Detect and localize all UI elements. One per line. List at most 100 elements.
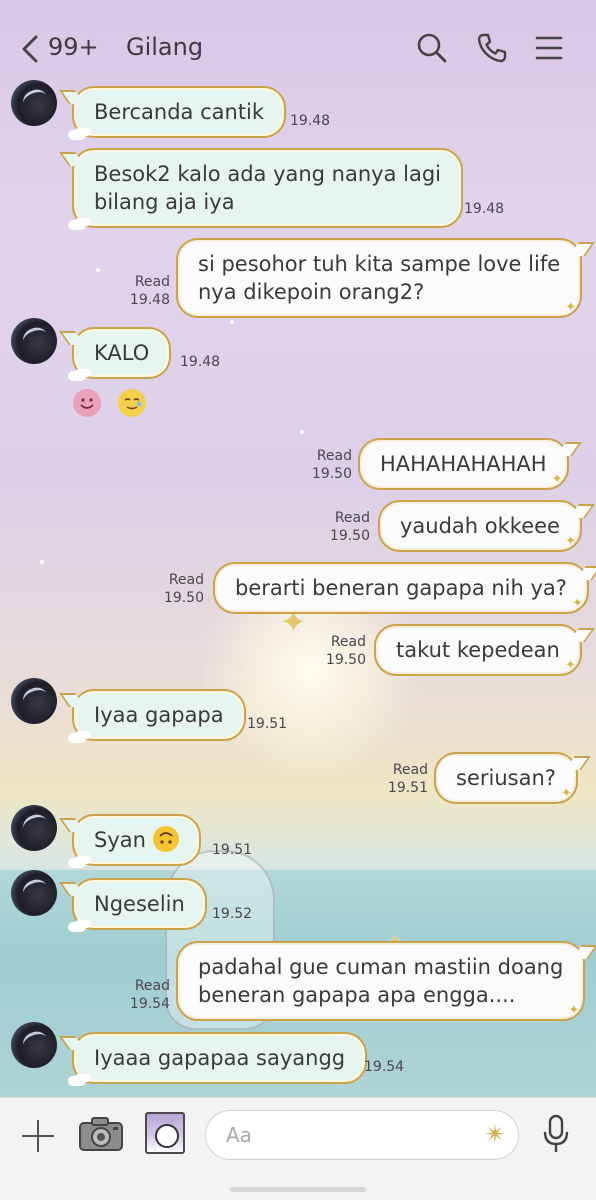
message-bubble[interactable]: berarti beneran gapapa nih ya? ✦ <box>213 562 589 614</box>
message-bubble[interactable]: KALO <box>68 327 172 381</box>
phone-icon[interactable] <box>476 32 508 64</box>
message-bubble[interactable]: Ngeselin <box>68 878 207 932</box>
cloud-decoration-icon <box>68 733 86 743</box>
cloud-decoration-icon <box>68 220 86 230</box>
avatar[interactable] <box>11 678 57 724</box>
message-bubble[interactable]: si pesohor tuh kita sampe love life nya … <box>176 238 583 318</box>
message-time: 19.51 <box>387 780 428 796</box>
avatar[interactable] <box>11 870 57 916</box>
star-decoration-icon: ✦ <box>568 1003 580 1018</box>
message-text-line: padahal gue cuman mastiin doang <box>198 955 564 979</box>
avatar[interactable] <box>11 1022 57 1068</box>
message-bubble[interactable]: seriusan? ✦ <box>434 752 578 804</box>
message-bubble[interactable]: HAHAHAHAHAH ✦ <box>358 438 569 490</box>
read-receipt: Read <box>392 762 428 778</box>
message-text: berarti beneran gapapa nih ya? <box>235 576 567 600</box>
star-decoration-icon: ✦ <box>561 786 572 801</box>
home-indicator <box>230 1187 366 1192</box>
read-receipt: Read <box>316 448 352 464</box>
reaction-smiling-face-icon[interactable] <box>73 389 101 417</box>
message-time: 19.54 <box>129 996 170 1012</box>
chat-header: 99+ Gilang <box>0 0 596 96</box>
message-time: 19.51 <box>247 716 288 732</box>
background-sparkle <box>300 430 304 434</box>
message-bubble[interactable]: Syan <box>68 814 201 868</box>
message-input-container[interactable]: ✴ <box>205 1110 519 1160</box>
message-text: Iyaaa gapapaa sayangg <box>94 1046 346 1070</box>
cloud-decoration-icon <box>68 858 86 868</box>
message-time: 19.48 <box>290 113 331 129</box>
message-text: takut kepedean <box>396 638 560 662</box>
unread-count[interactable]: 99+ <box>48 33 99 61</box>
message-time: 19.50 <box>311 466 352 482</box>
message-time: 19.50 <box>329 528 370 544</box>
message-meta: Read 19.50 <box>322 509 370 545</box>
message-meta: Read 19.50 <box>304 447 352 483</box>
reaction-smiling-face-with-tear-icon[interactable] <box>118 389 146 417</box>
message-text: seriusan? <box>456 766 556 790</box>
message-meta: Read 19.50 <box>156 571 204 607</box>
message-bubble[interactable]: Bercanda cantik <box>68 86 287 140</box>
gallery-icon[interactable] <box>145 1112 185 1154</box>
star-decoration-icon: ✦ <box>551 472 563 487</box>
message-text: Syan <box>94 828 146 852</box>
message-bubble[interactable]: Iyaaa gapapaa sayangg <box>68 1032 368 1086</box>
composer-bar: ✴ <box>0 1097 596 1200</box>
star-decoration-icon: ✦ <box>565 300 577 315</box>
message-time: 19.52 <box>212 906 253 922</box>
message-text: HAHAHAHAHAH <box>380 452 547 476</box>
message-time: 19.48 <box>129 292 170 308</box>
contact-name[interactable]: Gilang <box>126 33 203 61</box>
avatar[interactable] <box>11 318 57 364</box>
message-bubble[interactable]: takut kepedean ✦ <box>374 624 582 676</box>
cloud-decoration-icon <box>68 371 86 381</box>
message-text-line: Besok2 kalo ada yang nanya lagi <box>94 162 442 186</box>
chevron-left-icon[interactable] <box>18 34 44 64</box>
microphone-icon[interactable] <box>540 1114 572 1154</box>
message-bubble[interactable]: padahal gue cuman mastiin doang beneran … <box>176 941 586 1021</box>
message-time: 19.50 <box>325 652 366 668</box>
search-icon[interactable] <box>416 32 448 64</box>
message-meta: Read 19.51 <box>380 761 428 797</box>
message-text-line: si pesohor tuh kita sampe love life <box>198 252 561 276</box>
message-text: Iyaa gapapa <box>94 703 224 727</box>
message-time: 19.50 <box>163 590 204 606</box>
message-meta: Read 19.54 <box>122 977 170 1013</box>
cloud-decoration-icon <box>68 1076 86 1086</box>
message-text-line: bilang aja iya <box>94 190 235 214</box>
message-time: 19.51 <box>212 842 253 858</box>
star-decoration-icon: ✦ <box>565 534 576 549</box>
star-decoration-icon: ✦ <box>572 596 583 611</box>
read-receipt: Read <box>330 634 366 650</box>
plus-icon[interactable] <box>20 1118 56 1154</box>
camera-icon[interactable] <box>78 1116 124 1152</box>
message-time: 19.54 <box>364 1059 405 1075</box>
read-receipt: Read <box>134 978 170 994</box>
avatar[interactable] <box>11 805 57 851</box>
message-input[interactable] <box>226 1121 466 1149</box>
message-bubble[interactable]: Besok2 kalo ada yang nanya lagi bilang a… <box>68 148 464 230</box>
message-text: Ngeselin <box>94 892 185 916</box>
read-receipt: Read <box>334 510 370 526</box>
message-bubble[interactable]: Iyaa gapapa <box>68 689 246 743</box>
avatar[interactable] <box>11 80 57 126</box>
sticker-star-icon[interactable]: ✴ <box>484 1121 506 1149</box>
read-receipt: Read <box>134 274 170 290</box>
cloud-decoration-icon <box>68 922 86 932</box>
message-text: KALO <box>94 341 150 365</box>
message-bubble[interactable]: yaudah okkeee ✦ <box>378 500 582 552</box>
message-text: Bercanda cantik <box>94 100 265 124</box>
read-receipt: Read <box>168 572 204 588</box>
background-sparkle <box>96 268 100 272</box>
cloud-decoration-icon <box>68 130 86 140</box>
menu-icon[interactable] <box>534 32 566 64</box>
star-decoration-icon: ✦ <box>564 658 576 673</box>
upside-down-face-icon <box>152 826 179 852</box>
message-time: 19.48 <box>464 201 505 217</box>
message-meta: Read 19.50 <box>318 633 366 669</box>
background-sparkle <box>40 560 44 564</box>
message-time: 19.48 <box>180 354 221 370</box>
background-sparkle <box>230 320 234 324</box>
message-meta: Read 19.48 <box>120 273 170 309</box>
message-text: yaudah okkeee <box>400 514 560 538</box>
